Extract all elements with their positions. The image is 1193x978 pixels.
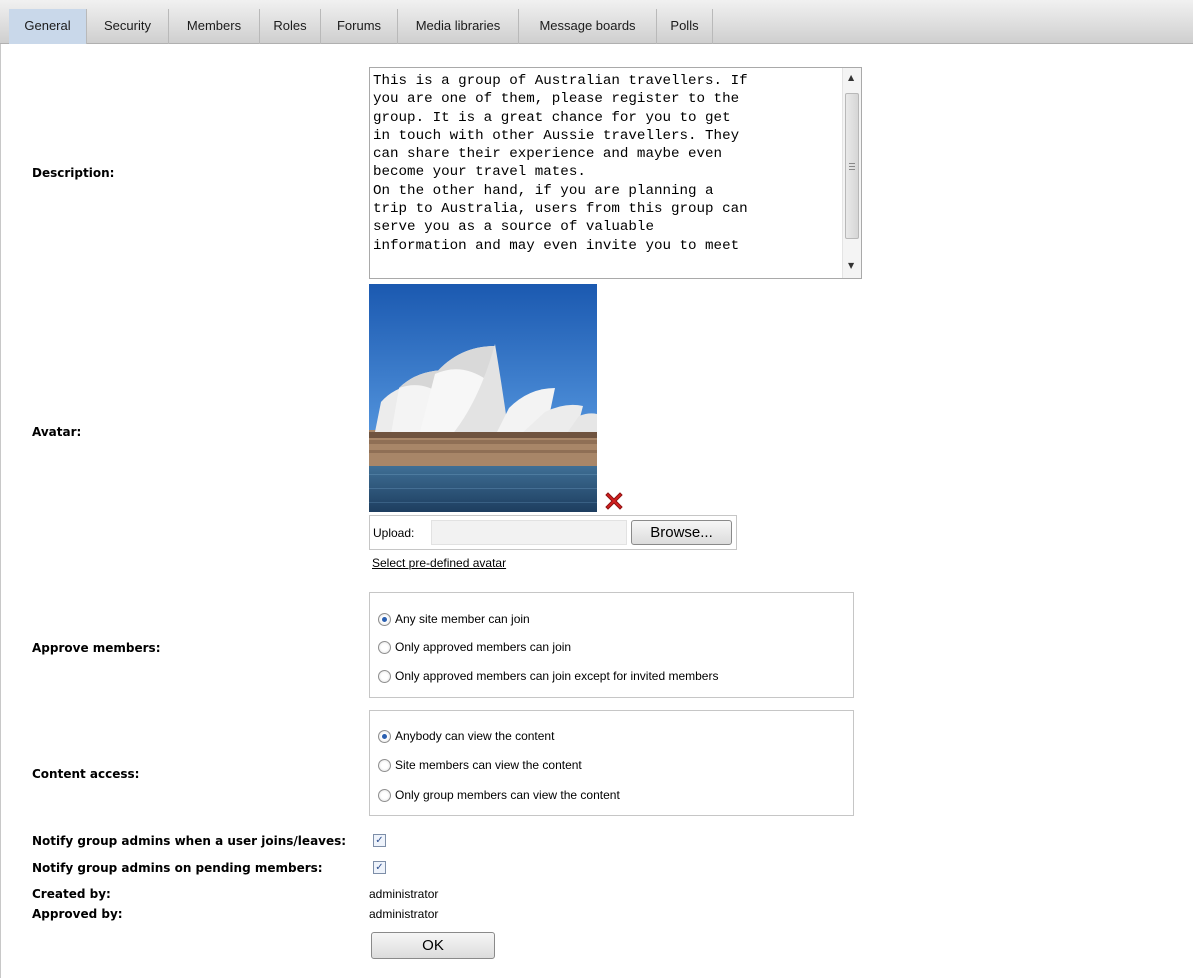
content-access-group: Anybody can view the content Site member… [369, 710, 854, 816]
approved-by-value: administrator [369, 907, 439, 921]
tab-message-boards[interactable]: Message boards [519, 9, 657, 44]
tab-roles[interactable]: Roles [260, 9, 321, 44]
radio-label: Anybody can view the content [395, 729, 555, 743]
radio-label: Any site member can join [395, 612, 530, 626]
scroll-down-arrow-icon[interactable]: ▼ [848, 261, 854, 270]
radio-label: Site members can view the content [395, 758, 582, 772]
radio-button[interactable] [378, 758, 391, 772]
avatar-label: Avatar: [32, 425, 82, 439]
created-by-label: Created by: [32, 887, 111, 901]
approve-option-approved-except-invited[interactable]: Only approved members can join except fo… [378, 668, 718, 684]
approve-members-group: Any site member can join Only approved m… [369, 592, 854, 698]
notify-pending-checkbox[interactable]: ✓ [373, 861, 386, 874]
grip-icon [849, 163, 855, 164]
description-textarea[interactable]: This is a group of Australian travellers… [369, 67, 862, 279]
access-option-group-members[interactable]: Only group members can view the content [378, 787, 620, 803]
radio-button[interactable] [378, 612, 391, 626]
approve-option-approved[interactable]: Only approved members can join [378, 639, 571, 655]
radio-label: Only group members can view the content [395, 788, 620, 802]
radio-label: Only approved members can join except fo… [395, 669, 719, 683]
upload-label: Upload: [373, 526, 415, 540]
content-access-label: Content access: [32, 767, 140, 781]
radio-button[interactable] [378, 640, 391, 654]
radio-button[interactable] [378, 669, 391, 683]
tab-bar: General Security Members Roles Forums Me… [0, 0, 1193, 44]
description-label: Description: [32, 166, 115, 180]
tab-general[interactable]: General [9, 9, 87, 44]
approve-option-any[interactable]: Any site member can join [378, 611, 530, 627]
tab-security[interactable]: Security [87, 9, 169, 44]
approve-members-label: Approve members: [32, 641, 161, 655]
tab-media-libraries[interactable]: Media libraries [398, 9, 519, 44]
grip-icon [849, 169, 855, 170]
notify-pending-label: Notify group admins on pending members: [32, 861, 323, 875]
notify-join-leave-label: Notify group admins when a user joins/le… [32, 834, 347, 848]
tab-members[interactable]: Members [169, 9, 260, 44]
browse-button[interactable]: Browse... [631, 520, 732, 545]
tab-forums[interactable]: Forums [321, 9, 398, 44]
radio-button[interactable] [378, 729, 391, 743]
grip-icon [849, 166, 855, 167]
created-by-value: administrator [369, 887, 439, 901]
delete-avatar-icon[interactable] [602, 489, 626, 513]
access-option-anybody[interactable]: Anybody can view the content [378, 728, 554, 744]
approved-by-label: Approved by: [32, 907, 123, 921]
avatar-image [369, 284, 597, 512]
description-text: This is a group of Australian travellers… [373, 73, 748, 254]
radio-button[interactable] [378, 788, 391, 802]
notify-join-leave-checkbox[interactable]: ✓ [373, 834, 386, 847]
description-scrollbar[interactable]: ▲ ▼ [842, 68, 861, 278]
upload-box: Upload: Browse... [369, 515, 737, 550]
access-option-site-members[interactable]: Site members can view the content [378, 757, 582, 773]
select-predefined-avatar-link[interactable]: Select pre-defined avatar [372, 556, 506, 570]
page-left-border [0, 0, 1, 978]
ok-button[interactable]: OK [371, 932, 495, 959]
upload-file-input[interactable] [431, 520, 627, 545]
scrollbar-thumb[interactable] [845, 93, 859, 239]
radio-label: Only approved members can join [395, 640, 572, 654]
tab-polls[interactable]: Polls [657, 9, 713, 44]
scroll-up-arrow-icon[interactable]: ▲ [848, 73, 854, 82]
